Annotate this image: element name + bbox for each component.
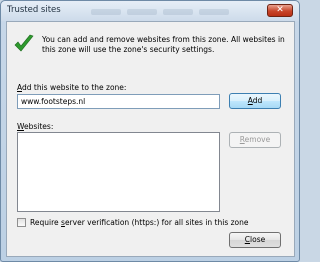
website-url-input[interactable] [17, 94, 220, 109]
require-https-label[interactable]: Require server verification (https:) for… [30, 218, 249, 227]
green-checkmark-icon [14, 34, 34, 52]
require-https-checkbox[interactable] [17, 218, 26, 227]
window-title: Trusted sites [7, 5, 61, 15]
close-button[interactable]: Close [229, 232, 281, 248]
websites-label: Websites: [17, 122, 54, 131]
background-tabs-ghost [91, 8, 261, 18]
window-close-button[interactable]: ✕ [267, 4, 293, 17]
add-website-label: Add this website to the zone: [17, 83, 127, 92]
title-bar[interactable]: Trusted sites ✕ [1, 1, 299, 21]
trusted-sites-dialog: Trusted sites ✕ You can add and remove w… [0, 0, 300, 262]
zone-info-text: You can add and remove websites from thi… [42, 35, 285, 54]
remove-button[interactable]: Remove [229, 132, 281, 148]
add-button[interactable]: Add [229, 93, 281, 109]
dialog-content: You can add and remove websites from thi… [6, 21, 295, 257]
websites-list[interactable] [17, 132, 220, 212]
close-icon: ✕ [276, 5, 284, 15]
